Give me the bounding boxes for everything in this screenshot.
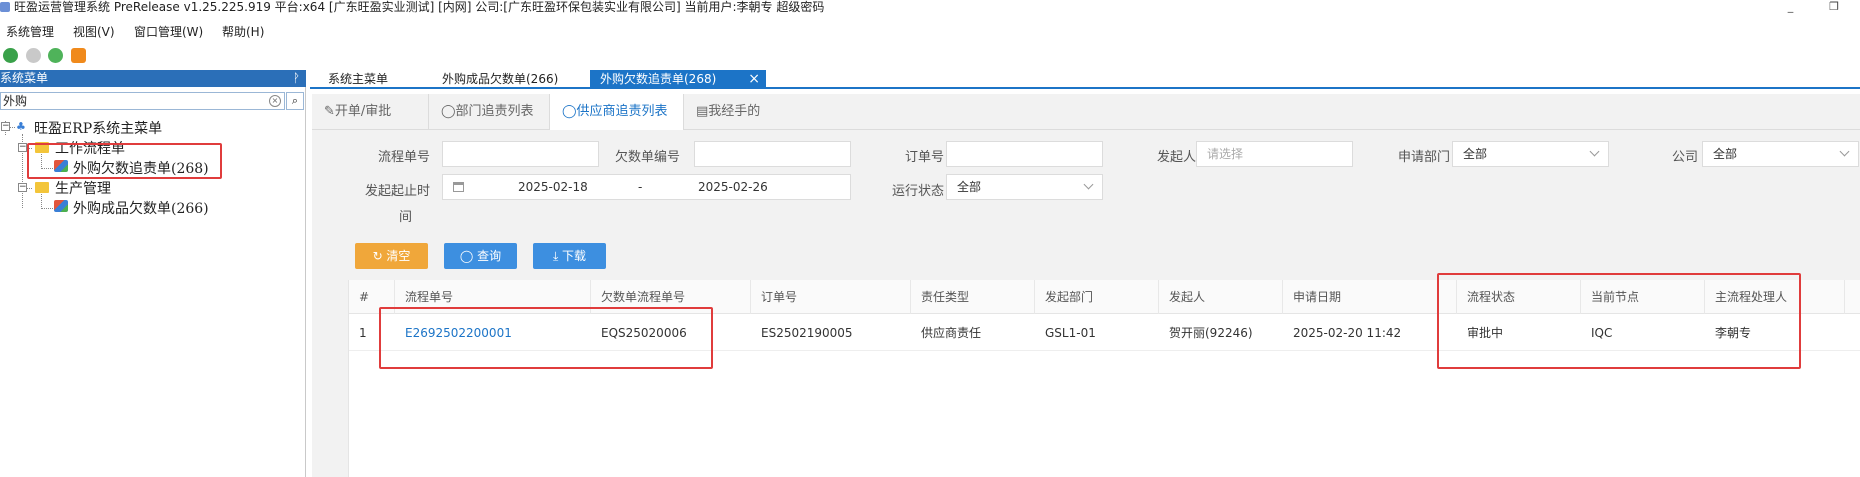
order-no-label: 订单号 <box>904 150 944 165</box>
tree-collapse-group2[interactable]: − <box>18 183 27 192</box>
tree-item-outsourced-finished-shortage[interactable]: 外购成品欠数单(266) <box>73 198 209 218</box>
col-initiating-dept: 发起部门 <box>1035 280 1159 314</box>
refresh-icon[interactable] <box>48 48 63 63</box>
flow-no-label: 流程单号 <box>377 150 430 165</box>
owe-no-label: 欠数单编号 <box>614 150 680 165</box>
owe-no-input[interactable] <box>694 141 851 167</box>
toolbar <box>0 46 1860 68</box>
highlight-box <box>27 143 222 179</box>
settings-gear-icon[interactable] <box>71 48 86 63</box>
sidebar-title: 系统菜单 <box>0 71 49 85</box>
date-range-label-line2: 间 <box>398 210 412 225</box>
module-icon <box>54 200 68 212</box>
date-range-label-line1: 发起起止时 <box>364 184 430 199</box>
tree-group-production[interactable]: 生产管理 <box>55 178 111 198</box>
menu-search-input[interactable]: 外购 <box>0 92 285 110</box>
cell-responsibility-type: 供应商责任 <box>921 326 982 340</box>
download-button[interactable]: ⤓ 下载 <box>533 243 606 269</box>
company-select[interactable]: 全部 <box>1702 141 1859 167</box>
tab-main-menu[interactable]: 系统主菜单 <box>318 70 398 88</box>
tab-label: 外购欠数追责单(268) <box>600 72 717 86</box>
menu-window[interactable]: 窗口管理(W) <box>134 23 203 40</box>
clear-button[interactable]: ↻ 清空 <box>355 243 428 269</box>
date-range-input[interactable]: 2025-02-18 - 2025-02-26 <box>442 174 851 200</box>
sitemap-icon: ♣ <box>16 120 26 133</box>
initiator-placeholder: 请选择 <box>1207 147 1244 161</box>
date-separator: - <box>638 180 643 194</box>
window-title: 旺盈运营管理系统 PreRelease v1.25.225.919 平台:x64… <box>14 0 825 14</box>
clear-search-icon[interactable]: × <box>269 95 281 107</box>
flow-no-input[interactable] <box>442 141 599 167</box>
subtab-create-approve[interactable]: ✎开单/审批 <box>312 94 429 130</box>
close-tab-icon[interactable]: × <box>748 70 760 88</box>
highlight-box <box>1437 273 1801 369</box>
subtab-supplier-list[interactable]: ◯供应商追责列表 <box>550 94 684 130</box>
query-button[interactable]: ◯ 查询 <box>444 243 517 269</box>
tab-outsourced-shortage-accountability[interactable]: 外购欠数追责单(268) × <box>590 70 766 88</box>
chevron-down-icon <box>1589 146 1600 157</box>
menu-help[interactable]: 帮助(H) <box>222 23 264 40</box>
initiator-select[interactable]: 请选择 <box>1196 141 1353 167</box>
calendar-icon <box>453 182 464 192</box>
app-icon <box>0 2 10 12</box>
date-start[interactable]: 2025-02-18 <box>518 175 588 199</box>
back-icon[interactable] <box>3 48 18 63</box>
tree-collapse-root[interactable]: − <box>1 122 10 131</box>
window-controls: _ ❐ <box>1771 0 1855 14</box>
tree-collapse-group1[interactable]: − <box>18 143 27 152</box>
menu-bar: 系统管理 视图(V) 窗口管理(W) 帮助(H) <box>0 20 1860 42</box>
status-select[interactable]: 全部 <box>946 174 1103 200</box>
menu-system[interactable]: 系统管理 <box>6 23 54 40</box>
restore-button[interactable]: ❐ <box>1814 0 1854 14</box>
col-initiator: 发起人 <box>1159 280 1283 314</box>
status-value: 全部 <box>957 180 982 194</box>
cell-initiating-dept: GSL1-01 <box>1045 326 1096 340</box>
search-button[interactable]: ⌕ <box>286 92 304 110</box>
dept-select[interactable]: 全部 <box>1452 141 1609 167</box>
sub-tabs: ✎开单/审批 ◯部门追责列表 ◯供应商追责列表 ▤我经手的 <box>312 94 1860 130</box>
tab-outsourced-finished-shortage[interactable]: 外购成品欠数单(266) <box>432 70 568 88</box>
cell-initiator: 贺开丽(92246) <box>1169 326 1253 340</box>
sidebar-header: 系统菜单 ᚹ <box>0 70 306 87</box>
col-order-no: 订单号 <box>751 280 911 314</box>
pin-icon[interactable]: ᚹ <box>293 70 300 87</box>
tab-underline <box>310 87 1860 89</box>
dept-value: 全部 <box>1463 147 1488 161</box>
col-apply-date: 申请日期 <box>1283 280 1457 314</box>
minimize-button[interactable]: _ <box>1771 0 1811 14</box>
results-table: # 流程单号 欠数单流程单号 订单号 责任类型 发起部门 发起人 申请日期 流程… <box>348 273 1860 477</box>
subtab-department-list[interactable]: ◯部门追责列表 <box>429 94 550 130</box>
initiator-label: 发起人 <box>1156 150 1196 165</box>
status-label: 运行状态 <box>891 184 944 199</box>
subtab-my-handled[interactable]: ▤我经手的 <box>684 94 784 130</box>
tree-root-label[interactable]: 旺盈ERP系统主菜单 <box>34 118 162 138</box>
forward-icon[interactable] <box>26 48 41 63</box>
col-responsibility-type: 责任类型 <box>911 280 1035 314</box>
chevron-down-icon <box>1083 179 1094 190</box>
document-tabs: 系统主菜单 外购成品欠数单(266) 外购欠数追责单(268) × <box>310 70 1860 88</box>
highlight-box <box>379 307 713 369</box>
sidebar: 系统菜单 ᚹ 外购 × ⌕ − ♣ 旺盈ERP系统主菜单 − 工作流程单 外购欠… <box>0 70 306 477</box>
title-bar: 旺盈运营管理系统 PreRelease v1.25.225.919 平台:x64… <box>0 0 1860 16</box>
cell-apply-date: 2025-02-20 11:42 <box>1293 326 1402 340</box>
date-end[interactable]: 2025-02-26 <box>698 175 768 199</box>
cell-order-no: ES2502190005 <box>761 326 853 340</box>
company-value: 全部 <box>1713 147 1738 161</box>
order-no-input[interactable] <box>946 141 1103 167</box>
menu-view[interactable]: 视图(V) <box>73 23 115 40</box>
dept-label: 申请部门 <box>1397 150 1450 165</box>
folder-icon <box>35 182 49 193</box>
chevron-down-icon <box>1839 146 1850 157</box>
company-label: 公司 <box>1671 150 1698 165</box>
